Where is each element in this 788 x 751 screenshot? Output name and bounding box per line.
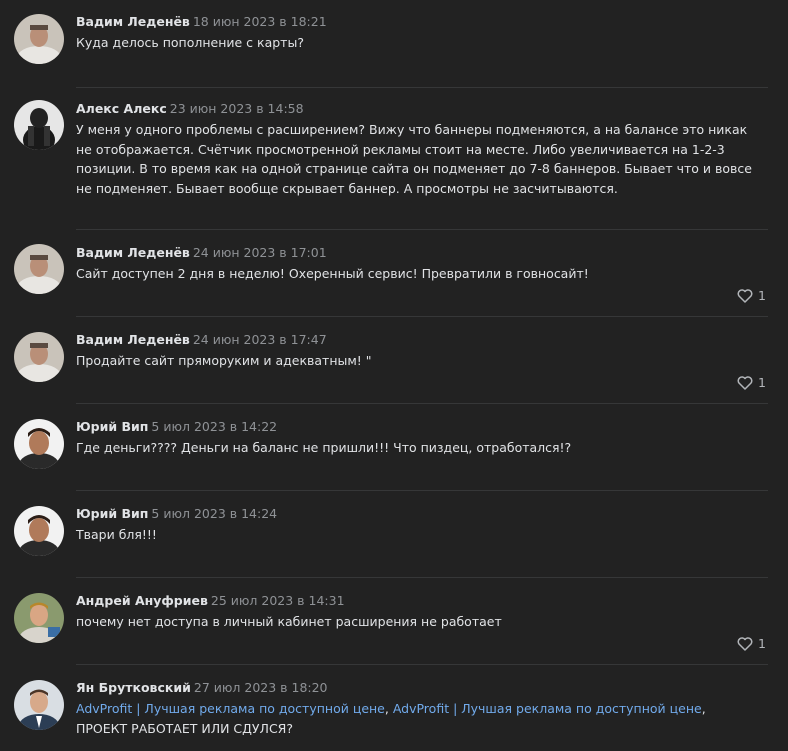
comment-header: Юрий Вип 5 июл 2023 в 14:22 <box>76 419 277 435</box>
author-name[interactable]: Вадим Леденёв <box>76 332 190 347</box>
heart-icon <box>737 375 753 390</box>
avatar[interactable] <box>14 680 64 730</box>
avatar[interactable] <box>14 419 64 469</box>
avatar[interactable] <box>14 506 64 556</box>
comment-date[interactable]: 23 июн 2023 в 14:58 <box>170 101 304 116</box>
comment-date[interactable]: 5 июл 2023 в 14:24 <box>151 506 277 521</box>
comment-date[interactable]: 27 июл 2023 в 18:20 <box>194 680 328 695</box>
divider <box>76 664 768 665</box>
avatar[interactable] <box>14 14 64 64</box>
comment-header: Юрий Вип 5 июл 2023 в 14:24 <box>76 506 277 522</box>
divider <box>76 229 768 230</box>
comment-text: Сайт доступен 2 дня в неделю! Охеренный … <box>76 266 589 281</box>
comment-date[interactable]: 24 июн 2023 в 17:47 <box>193 332 327 347</box>
comment-text: Продайте сайт пряморуким и адекватным! " <box>76 353 372 368</box>
divider <box>76 403 768 404</box>
comment-text: AdvProfit | Лучшая реклама по доступной … <box>76 699 736 738</box>
author-name[interactable]: Ян Брутковский <box>76 680 191 695</box>
comment-header: Алекс Алекс 23 июн 2023 в 14:58 <box>76 101 304 117</box>
comment-header: Андрей Ануфриев 25 июл 2023 в 14:31 <box>76 593 345 609</box>
comment-date[interactable]: 24 июн 2023 в 17:01 <box>193 245 327 260</box>
divider <box>76 490 768 491</box>
avatar[interactable] <box>14 244 64 294</box>
comment-text: Куда делось пополнение с карты? <box>76 35 304 50</box>
like-button[interactable]: 1 <box>737 375 766 390</box>
comment-text: почему нет доступа в личный кабинет расш… <box>76 614 502 629</box>
separator-text: , <box>384 701 393 716</box>
comment-header: Вадим Леденёв 24 июн 2023 в 17:01 <box>76 245 327 261</box>
divider <box>76 316 768 317</box>
author-name[interactable]: Алекс Алекс <box>76 101 167 116</box>
heart-icon <box>737 636 753 651</box>
like-count: 1 <box>758 636 766 651</box>
comment-text: Твари бля!!! <box>76 527 157 542</box>
divider <box>76 577 768 578</box>
comment-header: Ян Брутковский 27 июл 2023 в 18:20 <box>76 680 328 696</box>
like-count: 1 <box>758 375 766 390</box>
divider <box>76 87 768 88</box>
author-name[interactable]: Юрий Вип <box>76 419 148 434</box>
comment-date[interactable]: 18 июн 2023 в 18:21 <box>193 14 327 29</box>
advprofit-link[interactable]: AdvProfit | Лучшая реклама по доступной … <box>76 701 385 716</box>
comment-date[interactable]: 25 июл 2023 в 14:31 <box>211 593 345 608</box>
comment-text: Где деньги???? Деньги на баланс не пришл… <box>76 440 572 455</box>
avatar[interactable] <box>14 593 64 643</box>
heart-icon <box>737 288 753 303</box>
like-count: 1 <box>758 288 766 303</box>
like-button[interactable]: 1 <box>737 288 766 303</box>
comment-date[interactable]: 5 июл 2023 в 14:22 <box>151 419 277 434</box>
comment-text: У меня у одного проблемы с расширением? … <box>76 122 752 196</box>
avatar[interactable] <box>14 100 64 150</box>
comment-header: Вадим Леденёв 24 июн 2023 в 17:47 <box>76 332 327 348</box>
author-name[interactable]: Андрей Ануфриев <box>76 593 208 608</box>
like-button[interactable]: 1 <box>737 636 766 651</box>
avatar[interactable] <box>14 332 64 382</box>
comment-header: Вадим Леденёв 18 июн 2023 в 18:21 <box>76 14 327 30</box>
author-name[interactable]: Вадим Леденёв <box>76 245 190 260</box>
advprofit-link[interactable]: AdvProfit | Лучшая реклама по доступной … <box>393 701 702 716</box>
author-name[interactable]: Юрий Вип <box>76 506 148 521</box>
author-name[interactable]: Вадим Леденёв <box>76 14 190 29</box>
